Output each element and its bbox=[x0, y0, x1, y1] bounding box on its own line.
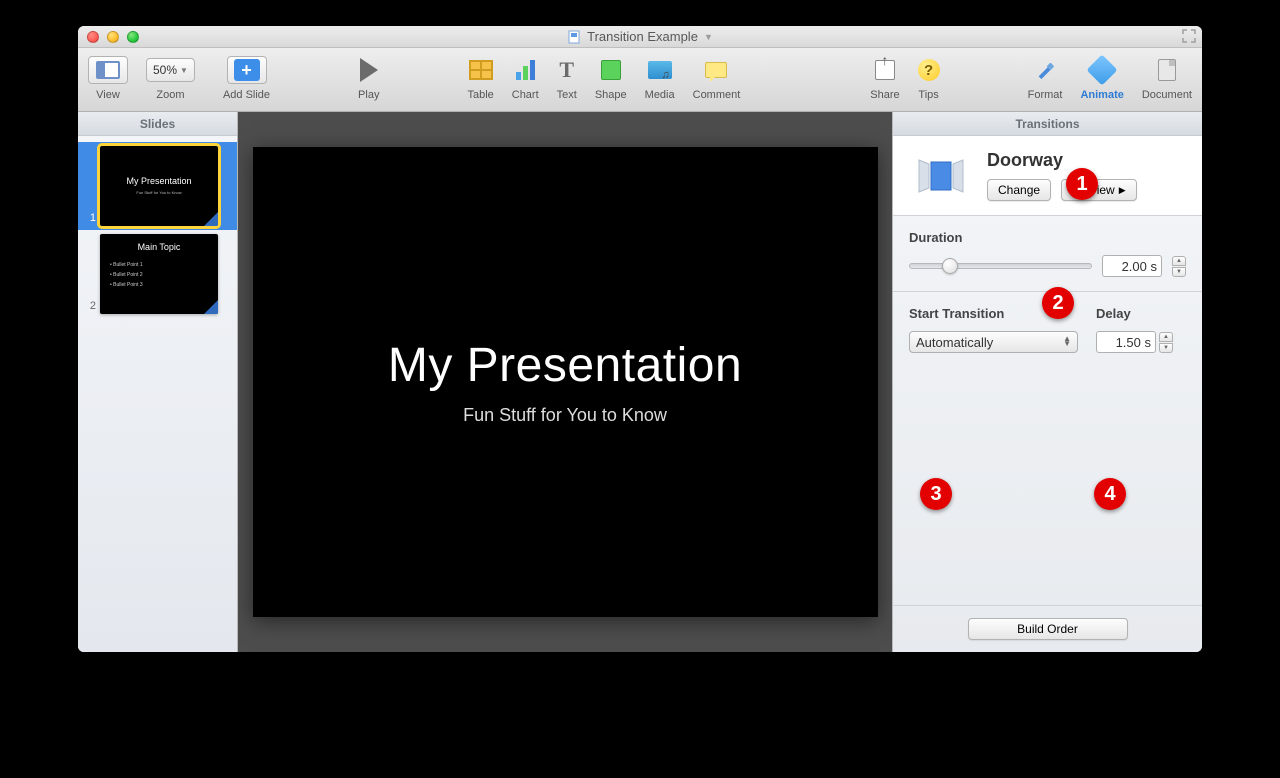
shape-icon bbox=[601, 60, 621, 80]
delay-label: Delay bbox=[1096, 306, 1186, 321]
table-icon bbox=[469, 60, 493, 80]
duration-stepper[interactable]: ▲▼ bbox=[1172, 256, 1186, 277]
view-label: View bbox=[96, 89, 120, 101]
zoom-label: Zoom bbox=[156, 89, 184, 101]
play-button[interactable] bbox=[360, 52, 378, 88]
chart-button[interactable] bbox=[516, 52, 535, 88]
slide-thumbnail-2[interactable]: 2 Main Topic • Bullet Point 1 • Bullet P… bbox=[78, 230, 237, 318]
slide-canvas[interactable]: My Presentation Fun Stuff for You to Kno… bbox=[238, 112, 892, 652]
tips-label: Tips bbox=[918, 89, 938, 101]
window-title: Transition Example ▼ bbox=[78, 29, 1202, 44]
play-icon bbox=[360, 58, 378, 82]
build-order-button[interactable]: Build Order bbox=[968, 618, 1128, 640]
text-button[interactable]: T bbox=[559, 52, 574, 88]
slides-sidebar: Slides 1 My Presentation Fun Stuff for Y… bbox=[78, 112, 238, 652]
duration-label: Duration bbox=[909, 230, 1186, 245]
delay-stepper[interactable]: ▲▼ bbox=[1159, 332, 1173, 353]
callout-4: 4 bbox=[1094, 478, 1126, 510]
transition-name: Doorway bbox=[987, 150, 1137, 171]
callout-1: 1 bbox=[1066, 168, 1098, 200]
app-window: Transition Example ▼ View 50%▼ Zoom + Ad… bbox=[78, 26, 1202, 652]
comment-label: Comment bbox=[693, 89, 741, 101]
view-button[interactable] bbox=[88, 56, 128, 84]
play-label: Play bbox=[358, 89, 379, 101]
plus-icon: + bbox=[234, 59, 260, 81]
document-icon bbox=[567, 30, 581, 44]
document-icon bbox=[1158, 59, 1176, 81]
share-icon bbox=[875, 60, 895, 80]
text-label: Text bbox=[557, 89, 577, 101]
slide-thumbnail-1[interactable]: 1 My Presentation Fun Stuff for You to K… bbox=[78, 142, 237, 230]
inspector-panel: Transitions Doorway Change bbox=[892, 112, 1202, 652]
callout-2: 2 bbox=[1042, 287, 1074, 319]
comment-icon bbox=[705, 62, 727, 78]
share-label: Share bbox=[870, 89, 899, 101]
tips-icon: ? bbox=[918, 59, 940, 81]
transition-preview-icon bbox=[909, 152, 973, 200]
add-slide-label: Add Slide bbox=[223, 89, 270, 101]
callout-3: 3 bbox=[920, 478, 952, 510]
close-window-button[interactable] bbox=[87, 31, 99, 43]
delay-field[interactable]: 1.50 s bbox=[1096, 331, 1156, 353]
current-slide[interactable]: My Presentation Fun Stuff for You to Kno… bbox=[253, 147, 878, 617]
slide-title: My Presentation bbox=[388, 338, 742, 393]
view-icon bbox=[96, 61, 120, 79]
change-transition-button[interactable]: Change bbox=[987, 179, 1051, 201]
text-icon: T bbox=[559, 57, 574, 83]
title-dropdown-icon[interactable]: ▼ bbox=[704, 32, 713, 42]
chart-icon bbox=[516, 60, 535, 80]
toolbar: View 50%▼ Zoom + Add Slide Play Table Ch… bbox=[78, 48, 1202, 112]
titlebar: Transition Example ▼ bbox=[78, 26, 1202, 48]
comment-button[interactable] bbox=[705, 52, 727, 88]
chart-label: Chart bbox=[512, 89, 539, 101]
inspector-header: Transitions bbox=[893, 112, 1202, 136]
animate-icon bbox=[1087, 54, 1118, 85]
duration-slider[interactable] bbox=[909, 263, 1092, 269]
shape-label: Shape bbox=[595, 89, 627, 101]
animate-button[interactable] bbox=[1091, 52, 1113, 88]
format-icon bbox=[1035, 60, 1055, 80]
duration-field[interactable]: 2.00 s bbox=[1102, 255, 1162, 277]
animate-label: Animate bbox=[1080, 89, 1123, 101]
zoom-dropdown[interactable]: 50%▼ bbox=[146, 58, 195, 82]
table-button[interactable] bbox=[469, 52, 493, 88]
tips-button[interactable]: ? bbox=[918, 52, 940, 88]
media-button[interactable] bbox=[648, 52, 672, 88]
shape-button[interactable] bbox=[601, 52, 621, 88]
fullscreen-button[interactable] bbox=[1182, 29, 1196, 43]
document-label: Document bbox=[1142, 89, 1192, 101]
sidebar-header: Slides bbox=[78, 112, 237, 136]
add-slide-button[interactable]: + bbox=[227, 56, 267, 84]
main-area: Slides 1 My Presentation Fun Stuff for Y… bbox=[78, 112, 1202, 652]
minimize-window-button[interactable] bbox=[107, 31, 119, 43]
format-button[interactable] bbox=[1035, 52, 1055, 88]
slide-subtitle: Fun Stuff for You to Know bbox=[463, 405, 667, 426]
format-label: Format bbox=[1028, 89, 1063, 101]
start-transition-select[interactable]: Automatically ▲▼ bbox=[909, 331, 1078, 353]
document-button[interactable] bbox=[1158, 52, 1176, 88]
media-label: Media bbox=[645, 89, 675, 101]
table-label: Table bbox=[467, 89, 493, 101]
media-icon bbox=[648, 61, 672, 79]
zoom-window-button[interactable] bbox=[127, 31, 139, 43]
window-controls bbox=[78, 31, 139, 43]
share-button[interactable] bbox=[875, 52, 895, 88]
